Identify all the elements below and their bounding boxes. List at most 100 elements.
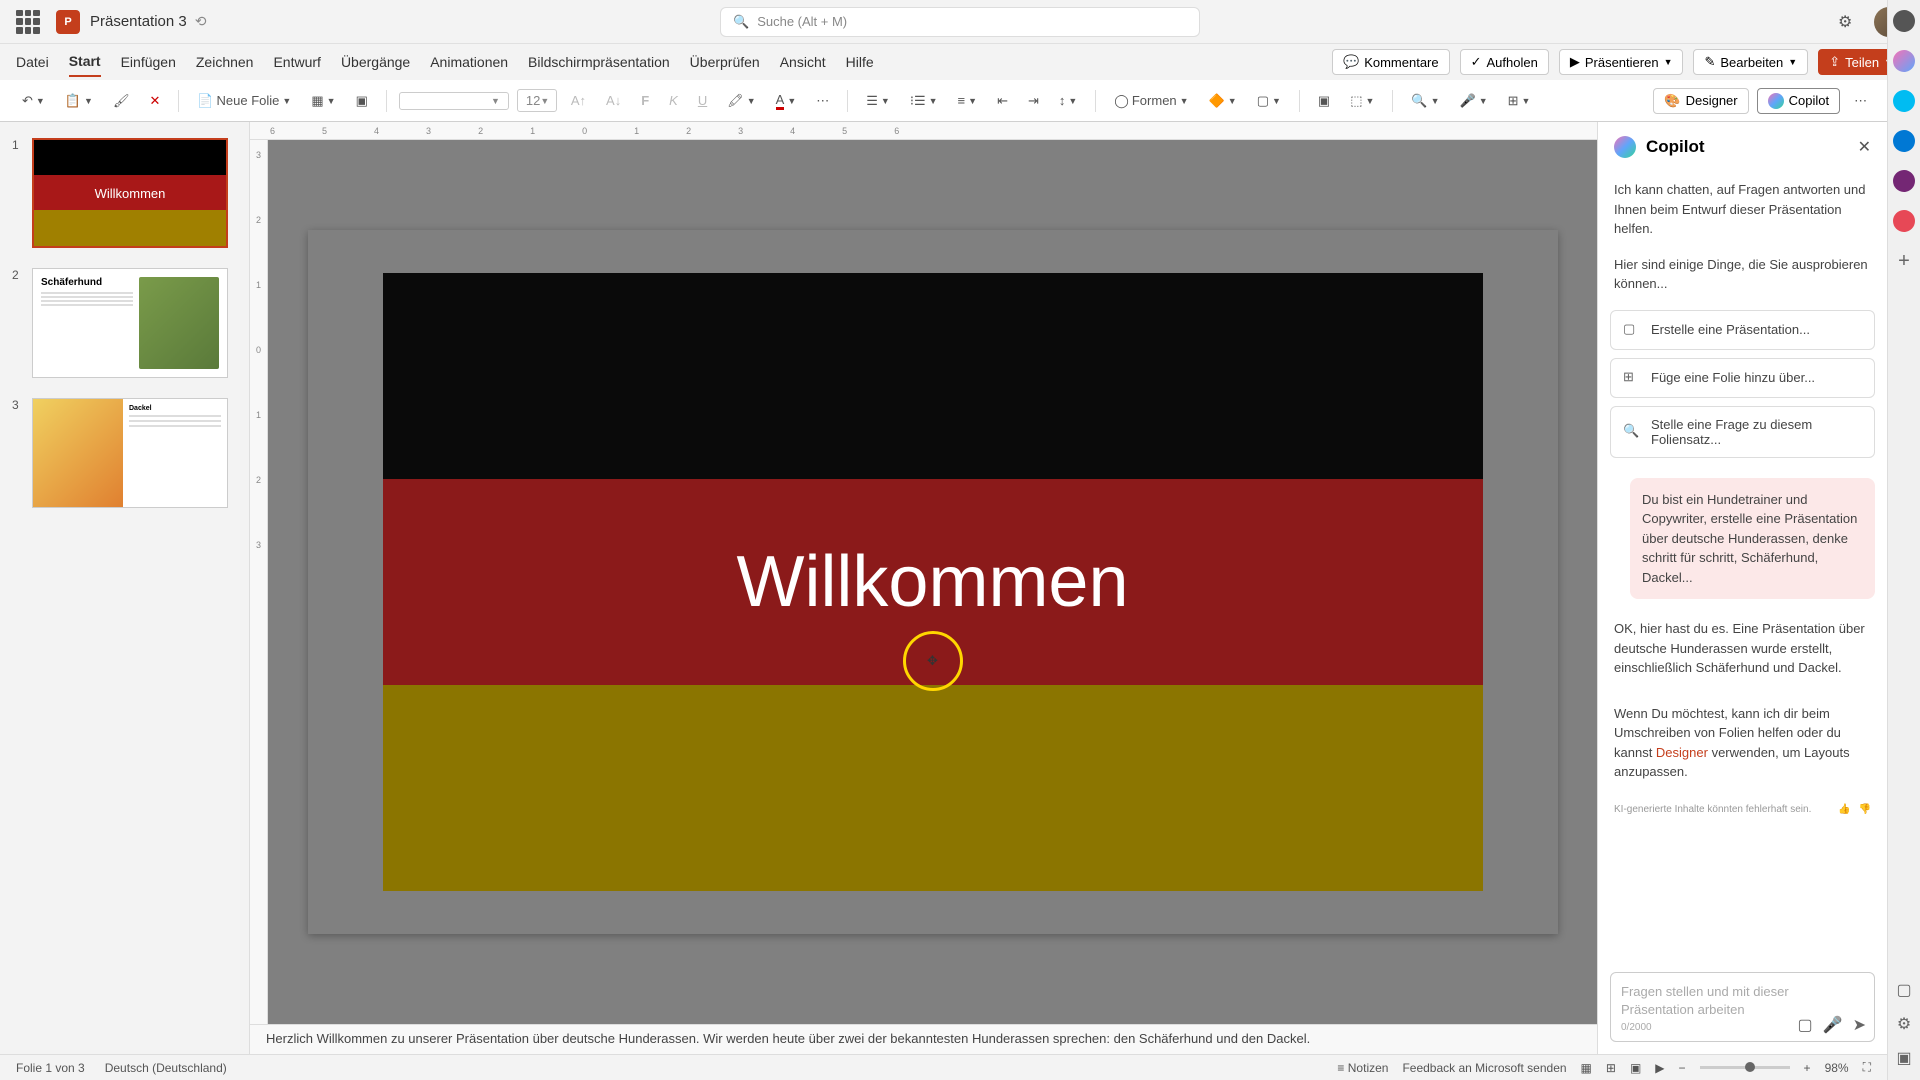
shape-fill-button[interactable]: 🔶 ▼ [1203, 89, 1243, 113]
tab-start[interactable]: Start [69, 47, 101, 77]
add-ins-button[interactable]: ⊞ ▼ [1502, 89, 1537, 113]
highlight-button[interactable]: 🖍 ▼ [721, 89, 761, 113]
feedback-link[interactable]: Feedback an Microsoft senden [1402, 1061, 1566, 1075]
view-slideshow-button[interactable]: ▶ [1655, 1061, 1664, 1075]
designer-button[interactable]: 🎨 Designer [1653, 88, 1748, 114]
font-family-dropdown[interactable]: ▼ [399, 92, 509, 110]
group-button[interactable]: ⬚ ▼ [1344, 89, 1380, 113]
thumb-preview-1[interactable]: Willkommen [32, 138, 228, 248]
copilot-suggest-question[interactable]: 🔍 Stelle eine Frage zu diesem Foliensatz… [1610, 406, 1875, 458]
sidebar-app-icon-2[interactable] [1893, 130, 1915, 152]
undo-button[interactable]: ↶ ▼ [16, 89, 51, 113]
zoom-out-button[interactable]: − [1679, 1061, 1686, 1075]
view-normal-button[interactable]: ▦ [1581, 1061, 1592, 1075]
copilot-input[interactable]: Fragen stellen und mit dieser Präsentati… [1610, 972, 1875, 1042]
tab-einfuegen[interactable]: Einfügen [121, 48, 176, 76]
settings-icon[interactable]: ⚙ [1838, 12, 1858, 32]
aufholen-button[interactable]: ✓ Aufholen [1460, 49, 1549, 75]
search-box[interactable]: 🔍 Suche (Alt + M) [720, 7, 1200, 37]
increase-indent-button[interactable]: ⇥ [1022, 89, 1045, 113]
attach-button[interactable]: ▢ [1798, 1015, 1813, 1035]
font-size-dropdown[interactable]: 12▼ [517, 89, 557, 112]
thumbs-down-button[interactable]: 👎 [1859, 804, 1871, 815]
flag-image[interactable]: Willkommen [383, 273, 1483, 892]
slide-title[interactable]: Willkommen [736, 541, 1128, 623]
reset-button[interactable]: ▣ [350, 89, 374, 113]
tab-datei[interactable]: Datei [16, 48, 49, 76]
zoom-level[interactable]: 98% [1825, 1061, 1849, 1075]
close-copilot-button[interactable]: ✕ [1858, 137, 1871, 157]
slide-thumb-1[interactable]: 1 Willkommen [12, 138, 237, 248]
praesentieren-button[interactable]: ▶ Präsentieren ▼ [1559, 49, 1684, 75]
sidebar-app-icon-4[interactable] [1893, 210, 1915, 232]
thumb-preview-2[interactable]: Schäferhund [32, 268, 228, 378]
decrease-indent-button[interactable]: ⇤ [991, 89, 1014, 113]
tab-ueberpruefen[interactable]: Überprüfen [690, 48, 760, 76]
tab-hilfe[interactable]: Hilfe [846, 48, 874, 76]
fit-to-window-button[interactable]: ⛶ [1863, 1060, 1871, 1075]
bullets-button[interactable]: ☰ ▼ [860, 89, 896, 113]
italic-button[interactable]: K [663, 89, 684, 112]
slide-canvas[interactable]: Willkommen ✥ [268, 140, 1597, 1024]
tab-uebergaenge[interactable]: Übergänge [341, 48, 410, 76]
bold-button[interactable]: F [635, 89, 655, 112]
app-launcher-icon[interactable] [16, 10, 40, 34]
sidebar-tool-icon-2[interactable]: ⚙ [1897, 1014, 1911, 1034]
arrange-button[interactable]: ▣ [1312, 89, 1336, 113]
slide-counter[interactable]: Folie 1 von 3 [16, 1061, 85, 1075]
copilot-body: Ich kann chatten, auf Fragen antworten u… [1598, 172, 1887, 960]
increase-font-button[interactable]: A↑ [565, 89, 592, 112]
underline-button[interactable]: U [692, 89, 713, 112]
tab-ansicht[interactable]: Ansicht [780, 48, 826, 76]
line-spacing-button[interactable]: ↕ ▼ [1053, 89, 1083, 112]
copilot-suggest-add-slide[interactable]: ⊞ Füge eine Folie hinzu über... [1610, 358, 1875, 398]
view-reading-button[interactable]: ▣ [1630, 1061, 1641, 1075]
language-indicator[interactable]: Deutsch (Deutschland) [105, 1061, 227, 1075]
sidebar-app-icon-3[interactable] [1893, 170, 1915, 192]
slide-thumb-3[interactable]: 3 Dackel [12, 398, 237, 508]
copilot-suggest-create[interactable]: ▢ Erstelle eine Präsentation... [1610, 310, 1875, 350]
format-painter-button[interactable]: 🖌 [107, 89, 136, 113]
numbering-button[interactable]: ⁝☰ ▼ [904, 89, 944, 113]
tab-animationen[interactable]: Animationen [430, 48, 508, 76]
shape-outline-button[interactable]: ▢ ▼ [1251, 89, 1287, 113]
sidebar-tool-icon-3[interactable]: ▣ [1896, 1048, 1911, 1068]
send-button[interactable]: ➤ [1853, 1015, 1866, 1035]
layout-button[interactable]: ▦ ▼ [305, 89, 341, 113]
zoom-in-button[interactable]: + [1804, 1061, 1811, 1075]
decrease-font-button[interactable]: A↓ [600, 89, 627, 112]
notes-area[interactable]: Herzlich Willkommen zu unserer Präsentat… [250, 1024, 1597, 1054]
cloud-save-icon[interactable]: ⟲ [195, 13, 207, 30]
mic-button[interactable]: 🎤 [1823, 1015, 1843, 1035]
zoom-slider[interactable] [1700, 1066, 1790, 1069]
more-options-button[interactable]: ⋯ [1848, 89, 1873, 113]
notizen-button[interactable]: ≡ Notizen [1337, 1061, 1388, 1075]
tab-bildschirm[interactable]: Bildschirmpräsentation [528, 48, 670, 76]
kommentare-button[interactable]: 💬 Kommentare [1332, 49, 1450, 75]
sidebar-copilot-icon[interactable] [1893, 50, 1915, 72]
tab-entwurf[interactable]: Entwurf [273, 48, 320, 76]
view-sorter-button[interactable]: ⊞ [1606, 1061, 1616, 1075]
designer-link[interactable]: Designer [1656, 745, 1708, 760]
thumbs-up-button[interactable]: 👍 [1838, 804, 1850, 815]
formen-button[interactable]: ◯ Formen ▼ [1108, 89, 1194, 113]
sidebar-add-button[interactable]: + [1898, 250, 1910, 273]
more-font-button[interactable]: ⋯ [810, 89, 835, 113]
font-color-button[interactable]: A ▼ [770, 88, 803, 114]
find-button[interactable]: 🔍 ▼ [1405, 89, 1445, 113]
sidebar-app-icon-1[interactable] [1893, 90, 1915, 112]
slide-content[interactable]: Willkommen ✥ [308, 230, 1558, 933]
thumb-preview-3[interactable]: Dackel [32, 398, 228, 508]
slide-thumb-2[interactable]: 2 Schäferhund [12, 268, 237, 378]
sidebar-search-icon[interactable] [1893, 10, 1915, 32]
bearbeiten-button[interactable]: ✎ Bearbeiten ▼ [1693, 49, 1808, 75]
paste-button[interactable]: 📋 ▼ [59, 89, 99, 113]
dictate-button[interactable]: 🎤 ▼ [1454, 89, 1494, 113]
delete-button[interactable]: ✕ [143, 89, 166, 113]
tab-zeichnen[interactable]: Zeichnen [196, 48, 254, 76]
align-button[interactable]: ≡ ▼ [952, 89, 984, 112]
document-title[interactable]: Präsentation 3 [90, 13, 187, 30]
neue-folie-button[interactable]: 📄 Neue Folie ▼ [191, 89, 297, 113]
sidebar-tool-icon-1[interactable]: ▢ [1896, 980, 1911, 1000]
copilot-toolbar-button[interactable]: Copilot [1757, 88, 1840, 114]
